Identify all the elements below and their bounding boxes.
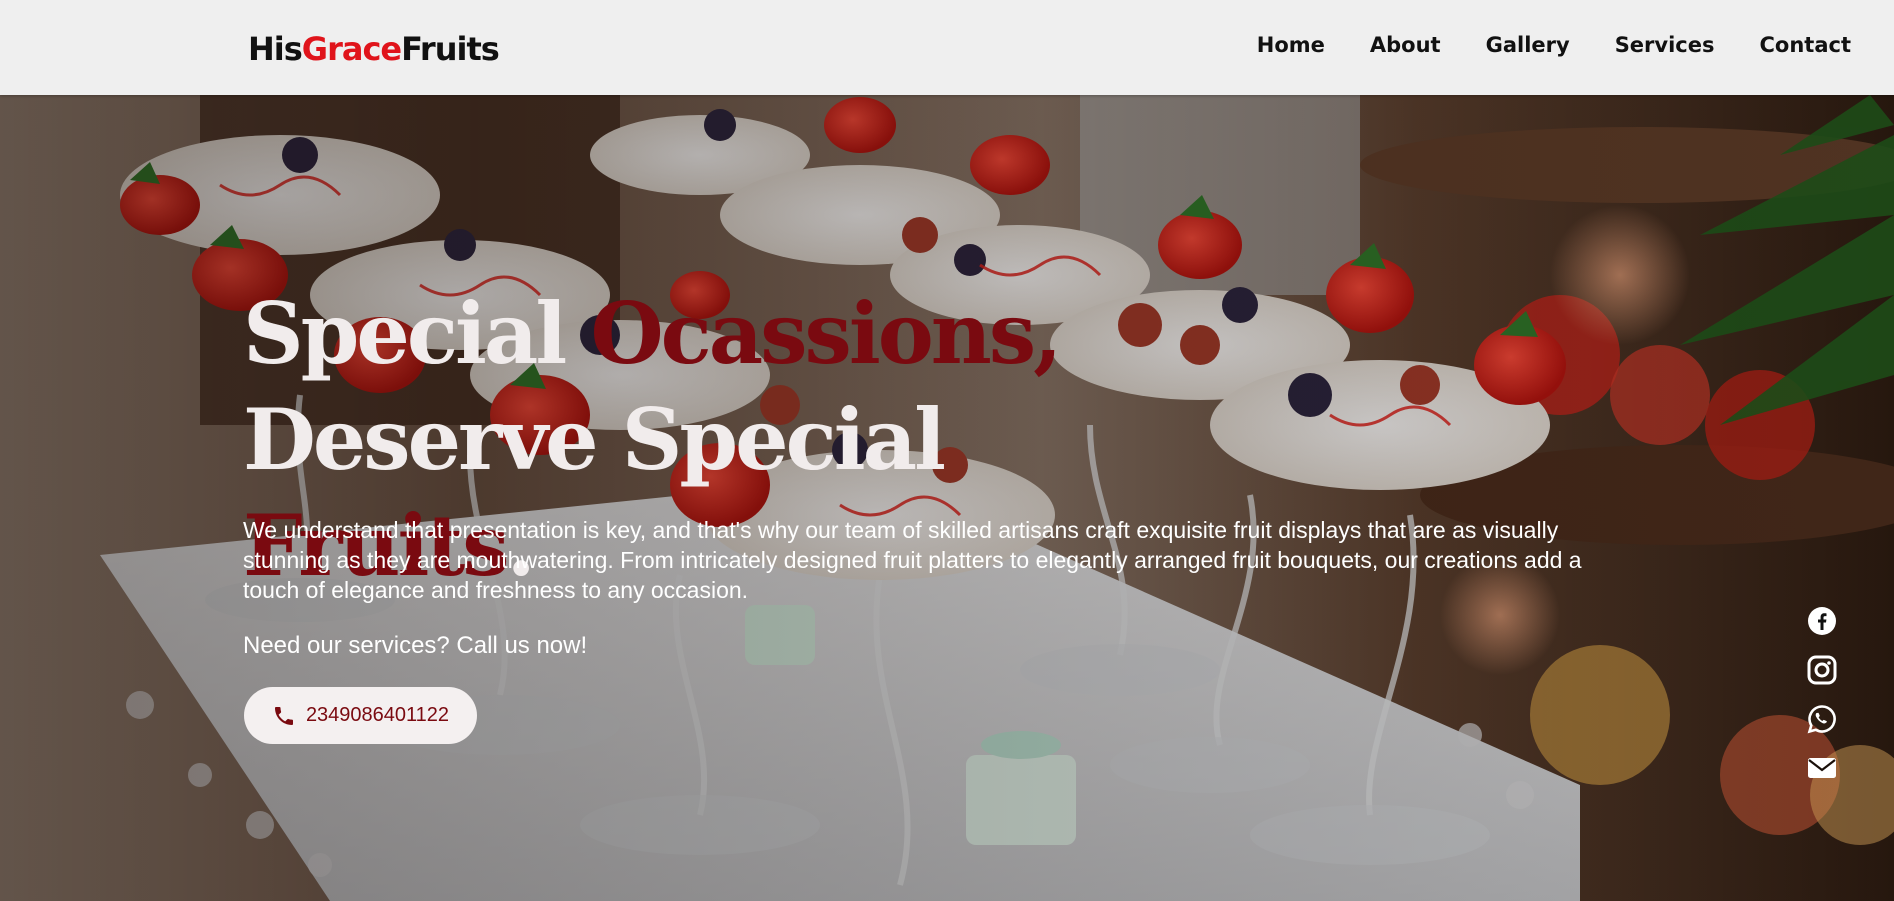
nav-contact[interactable]: Contact [1760, 33, 1852, 57]
headline-line2-light: Deserve Special [243, 390, 946, 489]
phone-icon [274, 706, 293, 725]
brand-logo[interactable]: HisGraceFruits [248, 30, 500, 68]
logo-text-fruits: Fruits [401, 30, 500, 68]
hero-intro-text: We understand that presentation is key, … [243, 517, 1582, 603]
nav-about[interactable]: About [1370, 33, 1441, 57]
logo-text-his: His [248, 30, 303, 68]
call-now-button[interactable]: 2349086401122 [244, 687, 477, 744]
whatsapp-icon[interactable] [1807, 704, 1837, 734]
email-icon[interactable] [1807, 753, 1837, 783]
headline-line1-light: Special [243, 284, 591, 383]
site-header: HisGraceFruits Home About Gallery Servic… [0, 0, 1894, 95]
phone-number: 2349086401122 [305, 704, 450, 726]
nav-services[interactable]: Services [1615, 33, 1715, 57]
social-links [1806, 606, 1838, 783]
headline-line1-dark: Ocassions, [590, 284, 1062, 383]
instagram-icon[interactable] [1807, 655, 1837, 685]
logo-text-grace: Grace [301, 30, 402, 68]
nav-home[interactable]: Home [1257, 33, 1325, 57]
nav-gallery[interactable]: Gallery [1486, 33, 1570, 57]
facebook-icon[interactable] [1807, 606, 1837, 636]
hero-cta-text: Need our services? Call us now! [243, 632, 588, 659]
main-nav: Home About Gallery Services Contact [1212, 33, 1851, 57]
